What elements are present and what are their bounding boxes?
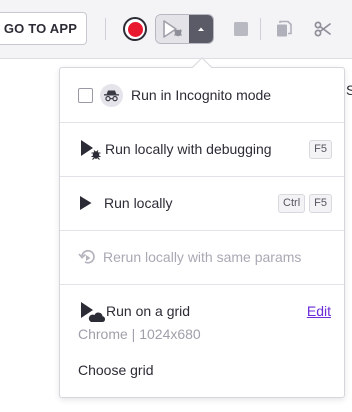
choose-grid-label: Choose grid	[78, 362, 154, 378]
menu-item-run-locally[interactable]: Run locally Ctrl F5	[60, 189, 344, 217]
menu-divider	[60, 230, 344, 231]
debug-shortcut: F5	[305, 139, 332, 159]
incognito-icon	[100, 83, 123, 107]
shortcut-key: F5	[309, 139, 332, 159]
play-debug-icon	[81, 140, 101, 160]
toolbar-separator	[260, 18, 261, 40]
play-cloud-icon	[81, 302, 105, 322]
edit-grid-link[interactable]: Edit	[307, 303, 331, 319]
scissors-icon	[314, 21, 331, 37]
toolbar: GO TO APP	[0, 0, 352, 59]
menu-item-rerun: Rerun locally with same params	[60, 243, 344, 271]
chevron-up-icon	[197, 27, 204, 31]
cut-button[interactable]	[313, 19, 333, 39]
run-debug-button[interactable]	[156, 15, 189, 43]
menu-item-incognito[interactable]: Run in Incognito mode	[60, 81, 344, 109]
shortcut-key: F5	[309, 193, 332, 213]
menu-divider	[60, 122, 344, 123]
rerun-label: Rerun locally with same params	[103, 249, 302, 265]
incognito-label: Run in Incognito mode	[131, 87, 272, 103]
run-locally-label: Run locally	[104, 195, 173, 211]
menu-divider	[60, 284, 344, 285]
stop-icon	[234, 22, 248, 36]
menu-divider	[60, 176, 344, 177]
copy-icon	[277, 20, 292, 37]
copy-button[interactable]	[274, 19, 294, 39]
run-debug-label: Run locally with debugging	[105, 141, 272, 157]
menu-item-run-grid[interactable]: Run on a grid Edit	[60, 298, 344, 324]
run-options-menu: Run in Incognito mode Run locally with d…	[59, 67, 345, 398]
run-options-dropdown[interactable]	[188, 15, 213, 43]
go-to-app-button[interactable]: GO TO APP	[0, 12, 87, 45]
choose-grid-item[interactable]: Choose grid	[60, 358, 344, 382]
run-grid-label: Run on a grid	[106, 303, 191, 319]
run-locally-shortcut: Ctrl F5	[274, 193, 332, 213]
toolbar-separator	[105, 18, 106, 40]
incognito-checkbox[interactable]	[78, 87, 93, 103]
shortcut-key: Ctrl	[278, 193, 306, 213]
menu-item-run-debug[interactable]: Run locally with debugging F5	[60, 134, 344, 164]
record-icon	[127, 21, 143, 37]
record-button[interactable]	[123, 17, 147, 41]
cutoff-text: S	[346, 82, 352, 98]
run-split-button	[155, 14, 214, 44]
grid-config-text: Chrome | 1024x680	[78, 326, 201, 342]
play-debug-icon	[163, 20, 183, 38]
rerun-icon	[78, 249, 95, 264]
stop-button[interactable]	[231, 19, 251, 39]
play-icon	[80, 196, 92, 210]
